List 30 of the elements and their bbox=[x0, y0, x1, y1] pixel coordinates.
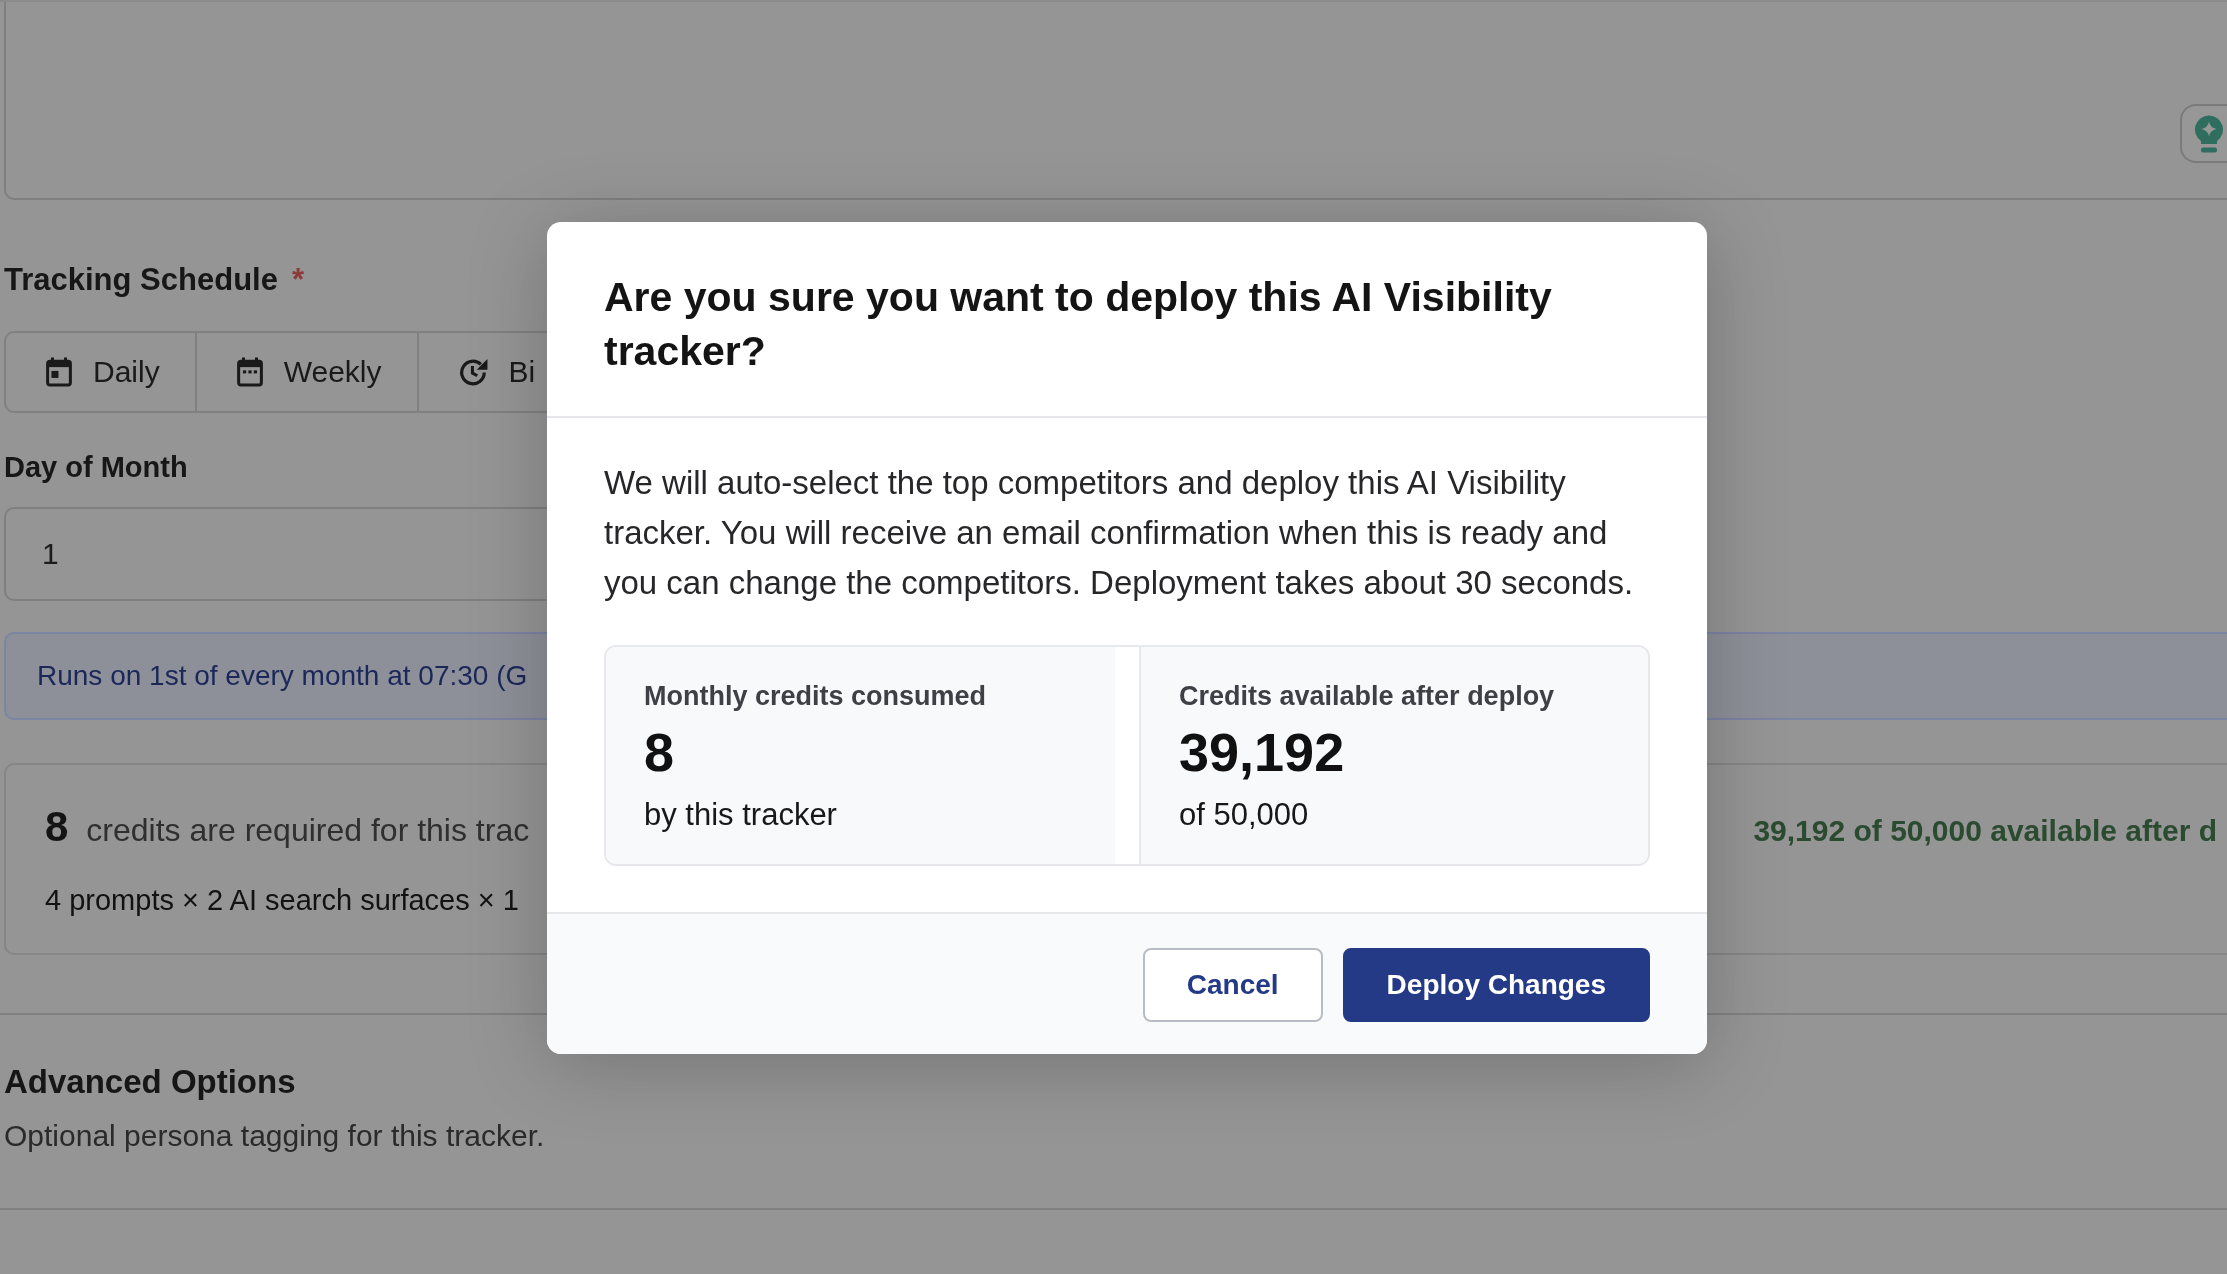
credits-text: credits are required for this trac bbox=[86, 812, 530, 849]
required-marker: * bbox=[291, 262, 304, 297]
field-label: Day of Month bbox=[4, 450, 188, 484]
section-title: Advanced Options bbox=[4, 1063, 296, 1101]
stat-value: 39,192 bbox=[1179, 722, 1346, 782]
clock-arrow-icon bbox=[458, 358, 488, 386]
stat-detail: by this tracker bbox=[644, 797, 838, 833]
credits-formula: 4 prompts × 2 AI search surfaces × 1 bbox=[45, 883, 519, 918]
calendar-dots-icon bbox=[236, 357, 263, 387]
schedule-option-button[interactable]: Weekly bbox=[196, 333, 419, 411]
stat-label: Monthly credits consumed bbox=[644, 680, 988, 712]
schedule-option-button[interactable]: Bi bbox=[418, 333, 547, 411]
schedule-info-text: Runs on 1st of every month at 07:30 (G bbox=[37, 660, 528, 692]
lightbulb-button[interactable] bbox=[2180, 104, 2227, 163]
stat-label: Credits available after deploy bbox=[1179, 680, 1556, 712]
schedule-option-button[interactable]: Daily bbox=[6, 333, 197, 411]
credits-count: 8 bbox=[45, 803, 69, 851]
confirm-button[interactable]: Deploy Changes bbox=[1342, 948, 1650, 1022]
credits-available-text: 39,192 of 50,000 available after d bbox=[1753, 814, 2217, 848]
cancel-button[interactable]: Cancel bbox=[1142, 948, 1323, 1022]
day-of-month-field[interactable]: 1 bbox=[4, 507, 547, 601]
stat-detail: of 50,000 bbox=[1179, 797, 1310, 833]
text-area-field[interactable] bbox=[4, 2, 2227, 200]
stat-value: 8 bbox=[644, 722, 676, 782]
lightbulb-icon bbox=[2194, 114, 2224, 153]
field-label: Tracking Schedule bbox=[4, 262, 278, 297]
dialog-message: We will auto-select the top competitors and deploy this AI Visibility tracker. You will receive an email confirmation when this is ready and you can change the competitors. Deployment takes about 30 seconds. bbox=[604, 463, 1635, 603]
dialog-title: Are you sure you want to deploy this AI Visibility tracker? bbox=[604, 273, 1553, 376]
section-description: Optional persona tagging for this tracker. bbox=[4, 1118, 545, 1154]
calendar-icon bbox=[46, 357, 72, 387]
